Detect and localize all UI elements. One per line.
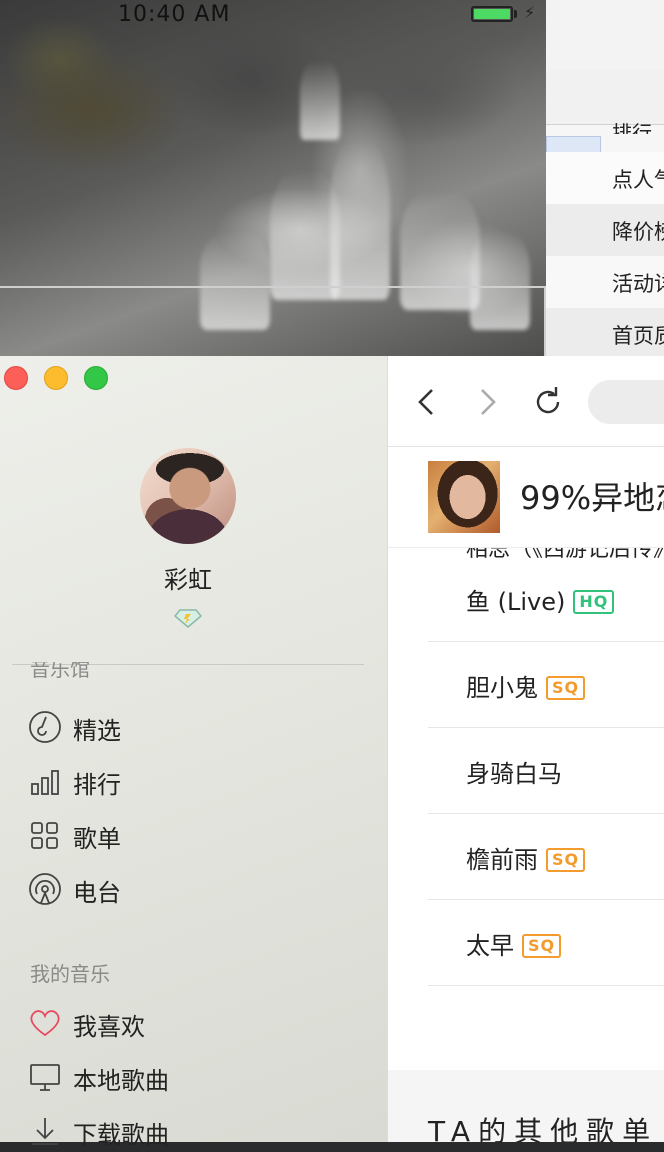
refresh-icon[interactable] [528, 382, 568, 422]
background-row[interactable]: 降价榜 [546, 204, 664, 256]
sidebar-item-featured[interactable]: 精选 [28, 708, 368, 748]
chart-icon [31, 770, 59, 795]
sidebar-item-favorites[interactable]: 我喜欢 [28, 1004, 368, 1044]
sidebar-item-label: 电台 [73, 879, 121, 907]
window-edge [0, 286, 545, 288]
album-title: 99%异地恋 [520, 479, 664, 517]
background-row[interactable]: 首页质 [546, 308, 664, 360]
background-row[interactable]: 活动详 [546, 256, 664, 308]
chevron-left-icon[interactable] [408, 382, 448, 422]
avatar[interactable] [140, 448, 236, 544]
heart-icon [30, 1010, 60, 1037]
background-toolbar [546, 0, 664, 71]
sidebar-item-label: 精选 [73, 717, 121, 745]
sidebar: 彩虹 音乐馆 精选 排行 歌单 电台 我的音乐 我喜欢 本地歌曲 下载歌曲 [0, 356, 388, 1149]
featured-icon [29, 711, 61, 743]
album-cover[interactable] [428, 461, 500, 533]
sidebar-item-local-songs[interactable]: 本地歌曲 [28, 1058, 368, 1098]
sidebar-item-charts[interactable]: 排行 [28, 762, 368, 802]
song-title: 鱼 (Live) [466, 588, 566, 616]
hq-badge: HQ [573, 590, 615, 614]
username[interactable]: 彩虹 [0, 560, 376, 595]
song-row[interactable]: 太早 SQ [428, 900, 664, 986]
background-toolbar-secondary [546, 70, 664, 125]
sq-badge: SQ [522, 934, 562, 958]
music-app-window: 彩虹 音乐馆 精选 排行 歌单 电台 我的音乐 我喜欢 本地歌曲 下载歌曲 99… [0, 356, 664, 1149]
close-button[interactable] [4, 366, 28, 390]
sidebar-item-label: 歌单 [73, 825, 121, 853]
radio-icon [29, 873, 61, 905]
minimize-button[interactable] [44, 366, 68, 390]
section-title: TA的其他歌单 [428, 1115, 659, 1142]
sidebar-item-playlists[interactable]: 歌单 [28, 816, 368, 856]
desktop-wallpaper [0, 0, 548, 356]
sidebar-item-downloads[interactable]: 下载歌曲 [28, 1112, 368, 1152]
search-input[interactable] [588, 380, 664, 424]
charging-icon: ⚡ [524, 3, 536, 22]
section-label-music-hall: 音乐馆 [30, 662, 90, 681]
song-row[interactable]: 胆小鬼 SQ [428, 642, 664, 728]
song-title: 檐前雨 [466, 846, 538, 874]
toolbar [388, 356, 664, 447]
grid-icon [31, 822, 58, 849]
zoom-button[interactable] [84, 366, 108, 390]
main-content: 99%异地恋 相思（《西游记后传》 鱼 (Live)HQ 胆小鬼SQ 身骑白马 … [388, 356, 664, 1142]
diamond-icon[interactable] [174, 608, 202, 628]
battery-icon [471, 6, 513, 22]
computer-icon [30, 1064, 60, 1091]
sidebar-item-label: 下载歌曲 [73, 1121, 169, 1149]
album-header: 99%异地恋 [388, 447, 664, 548]
song-title: 身骑白马 [466, 760, 562, 788]
download-icon [32, 1118, 58, 1145]
sq-badge: SQ [546, 676, 586, 700]
sidebar-item-label: 本地歌曲 [73, 1067, 169, 1095]
song-row[interactable]: 檐前雨 SQ [428, 814, 664, 900]
sidebar-item-label: 我喜欢 [73, 1013, 145, 1041]
sidebar-item-label: 排行 [73, 771, 121, 799]
background-row[interactable]: 点人气 [546, 152, 664, 204]
battery-tip [514, 10, 517, 18]
sq-badge: SQ [546, 848, 586, 872]
background-row-cut: 排行 [612, 121, 652, 134]
other-playlists-section: TA的其他歌单 [388, 1070, 664, 1142]
song-title: 太早 [466, 932, 514, 960]
song-row[interactable]: 身骑白马 [428, 728, 664, 814]
status-time: 10:40 AM [118, 2, 231, 27]
background-window: 排行 点人气 降价榜 活动详 首页质 [546, 0, 664, 360]
chevron-right-icon[interactable] [468, 382, 508, 422]
section-label-my-music: 我的音乐 [30, 962, 110, 986]
song-title: 胆小鬼 [466, 674, 538, 702]
song-row[interactable]: 鱼 (Live) HQ [428, 556, 664, 642]
sidebar-item-radio[interactable]: 电台 [28, 870, 368, 910]
